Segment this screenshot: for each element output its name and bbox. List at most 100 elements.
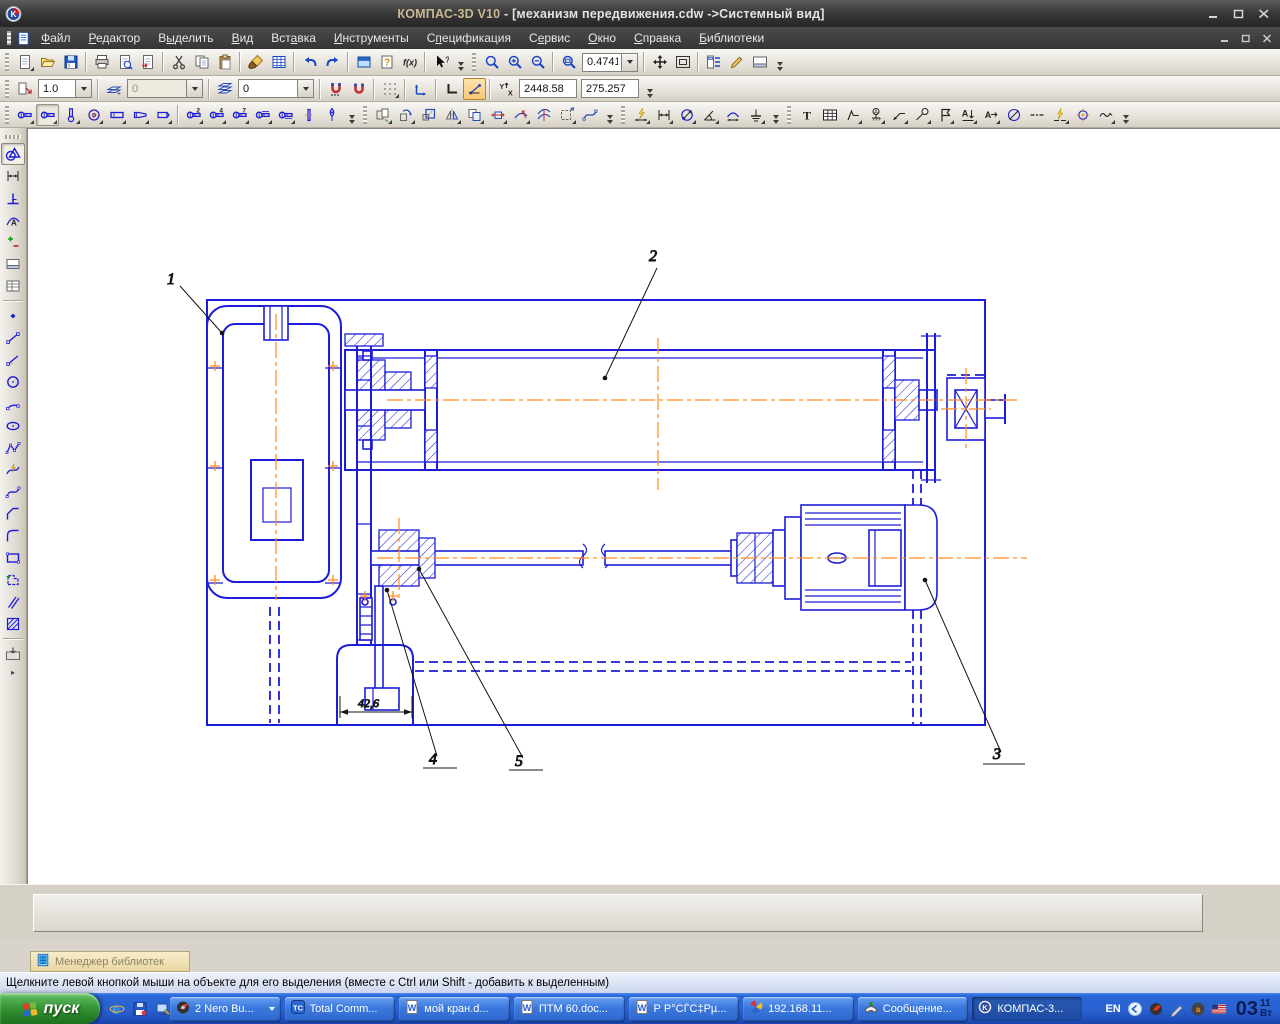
menu-libraries[interactable]: Библиотеки [690, 29, 773, 47]
tool-zoom-in-button[interactable] [503, 51, 526, 73]
tool-ortho-corner-button[interactable] [440, 78, 463, 100]
left-tool-plus-minus-button[interactable] [1, 231, 25, 253]
toolbar-grip[interactable] [363, 106, 367, 124]
menubar-grip[interactable] [7, 31, 11, 45]
taskbar-button-nero-group[interactable]: 2 Nero Bu... [170, 997, 280, 1021]
tool-copy-fragment-button[interactable] [371, 104, 394, 126]
doc-minimize-button[interactable] [1216, 31, 1234, 46]
taskbar-button-word-raschet[interactable]: WР Р°СЃС‡Рµ... [629, 997, 739, 1021]
field-coord-x[interactable]: 2448.58 [519, 79, 577, 98]
tool-doc-tree-button[interactable] [702, 51, 725, 73]
tool-stud-button[interactable] [59, 104, 82, 126]
left-tool-curve-lightning-button[interactable] [1, 459, 25, 481]
left-tool-relations-perp-button[interactable] [1, 187, 25, 209]
menu-tools[interactable]: Инструменты [325, 29, 418, 47]
tray-us-flag-icon[interactable] [1211, 1000, 1228, 1017]
dimension-42-6[interactable]: 42,6 [340, 696, 412, 718]
field-coord-y[interactable]: 275.257 [581, 79, 639, 98]
toolbar-grip[interactable] [787, 106, 791, 124]
tool-deform-frame-button[interactable] [555, 104, 578, 126]
tool-coords-yx-button[interactable]: YX [494, 78, 517, 100]
left-tool-chamfer-button[interactable] [1, 503, 25, 525]
callout-4[interactable]: 4 [385, 588, 457, 768]
taskbar-button-message[interactable]: Сообщение... [858, 997, 968, 1021]
tool-mirror-copy-button[interactable] [440, 104, 463, 126]
tool-rotate-copy-button[interactable] [394, 104, 417, 126]
tool-layers-button[interactable] [213, 78, 236, 100]
document-icon[interactable] [15, 30, 32, 47]
tool-angle-dimension-button[interactable] [698, 104, 721, 126]
tool-paste-clipboard-button[interactable] [213, 51, 236, 73]
tray-nero-tray-icon[interactable] [1148, 1000, 1165, 1017]
taskbar-button-word-ptm-60[interactable]: WПТМ 60.doc... [514, 997, 624, 1021]
left-tool-collect-contour-button[interactable] [1, 569, 25, 591]
left-tool-report-table-button[interactable] [1, 275, 25, 297]
tool-bolt-asm-2-button[interactable]: 2 [182, 104, 205, 126]
tool-scale-doc-button[interactable] [13, 78, 36, 100]
toolbar-grip[interactable] [472, 53, 476, 71]
tool-leader-callout-button[interactable] [887, 104, 910, 126]
tool-layers-copy-button[interactable] [102, 78, 125, 100]
left-tool-spec-panel-button[interactable] [1, 253, 25, 275]
tool-insert-fragment-button[interactable] [136, 51, 159, 73]
tool-stud-asm-button[interactable] [274, 104, 297, 126]
left-tool-geometry-button[interactable] [1, 143, 25, 165]
tool-leader-parts-button[interactable] [910, 104, 933, 126]
tool-plumb-bob-button[interactable] [320, 104, 343, 126]
menu-specification[interactable]: Спецификация [418, 29, 520, 47]
close-button[interactable] [1253, 5, 1275, 23]
tool-datum-dimension-button[interactable] [744, 104, 767, 126]
tray-abbyy-tray-icon[interactable]: a [1190, 1000, 1207, 1017]
toolbar-grip[interactable] [5, 80, 9, 98]
toolbar-overflow-chevron[interactable] [770, 104, 781, 126]
quick-launch-nero-disk[interactable] [130, 998, 150, 1020]
tool-wavy-line-button[interactable] [1094, 104, 1117, 126]
property-bar[interactable] [33, 894, 1203, 932]
tool-scale-copy-button[interactable] [417, 104, 440, 126]
combo-zoom-value[interactable]: 0.4741 [582, 53, 638, 72]
tool-diameter-dimension-button[interactable] [675, 104, 698, 126]
left-tool-arc-button[interactable] [1, 393, 25, 415]
menu-select[interactable]: Выделить [149, 29, 222, 47]
start-button[interactable]: пуск [0, 993, 100, 1024]
tool-linear-dimension-button[interactable] [652, 104, 675, 126]
left-tool-measure-a-button[interactable]: A [1, 209, 25, 231]
panel-expand-handle[interactable]: ▸ [11, 668, 15, 677]
tool-magnet-button[interactable] [347, 78, 370, 100]
tool-bolt-asm-4-button[interactable]: 4 [205, 104, 228, 126]
tool-marking-right-button[interactable]: A [979, 104, 1002, 126]
doc-restore-button[interactable] [1237, 31, 1255, 46]
left-tool-rectangle-button[interactable] [1, 547, 25, 569]
tool-auto-axis-button[interactable] [1048, 104, 1071, 126]
left-tool-segment-button[interactable] [1, 327, 25, 349]
menu-file[interactable]: Файл [32, 29, 80, 47]
left-tool-hatch-button[interactable] [1, 613, 25, 635]
tool-new-window-button[interactable] [352, 51, 375, 73]
tool-view-label-button[interactable] [933, 104, 956, 126]
toolbar-grip[interactable] [5, 53, 9, 71]
tool-save-floppy-button[interactable] [59, 51, 82, 73]
tool-edit-curve-button[interactable] [578, 104, 601, 126]
tool-zoom-fit-button[interactable] [671, 51, 694, 73]
tool-print-button[interactable] [90, 51, 113, 73]
tool-center-mark-button[interactable] [1071, 104, 1094, 126]
toolbar-grip[interactable] [5, 106, 9, 124]
tool-variables-fx-button[interactable]: f(x) [398, 51, 421, 73]
callout-3[interactable]: 3 [923, 578, 1025, 764]
left-tool-segment-angle-button[interactable] [1, 349, 25, 371]
tool-redo-button[interactable] [321, 51, 344, 73]
combo-layer-group[interactable]: 0 [127, 79, 203, 98]
tray-pencil-tray-icon[interactable] [1169, 1000, 1186, 1017]
taskbar-clock[interactable]: 03 11 Вт [1236, 999, 1272, 1019]
toolbar-overflow-chevron[interactable] [604, 104, 615, 126]
taskbar-button-total-commander[interactable]: TCTotal Comm... [285, 997, 395, 1021]
menu-help[interactable]: Справка [625, 29, 690, 47]
tool-undo-button[interactable] [298, 51, 321, 73]
minimize-button[interactable] [1203, 5, 1225, 23]
tool-pin-angle-button[interactable] [151, 104, 174, 126]
tool-washer-plan-button[interactable] [82, 104, 105, 126]
left-tool-polyline-button[interactable] [1, 437, 25, 459]
tool-arc-dimension-button[interactable] [721, 104, 744, 126]
tool-plate-slot-button[interactable] [105, 104, 128, 126]
menu-view[interactable]: Вид [223, 29, 263, 47]
